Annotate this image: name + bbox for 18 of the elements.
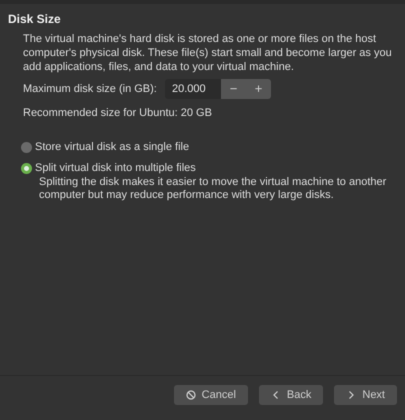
option-label[interactable]: Split virtual disk into multiple files [35, 162, 196, 174]
cancel-button[interactable]: Cancel [174, 384, 248, 404]
increment-button[interactable]: + [246, 79, 271, 99]
disk-size-field[interactable]: 20.000 [165, 79, 221, 99]
next-button[interactable]: Next [334, 384, 397, 404]
back-button[interactable]: Back [258, 384, 324, 404]
option-description: Splitting the disk makes it easier to move the virtual machine to another computer but may reduce performance with very large disks. [38, 176, 388, 202]
chevron-left-icon [270, 390, 281, 400]
decrement-button[interactable]: − [221, 79, 246, 99]
radio-button[interactable] [21, 162, 32, 174]
option-label[interactable]: Store virtual disk as a single file [35, 141, 190, 153]
chevron-right-icon [346, 390, 356, 400]
recommendation-text: Recommended size for Ubuntu: 20 GB [23, 107, 213, 119]
disk-size-label: Maximum disk size (in GB): [23, 83, 158, 95]
description-text: The virtual machine's hard disk is stored as one or more files on the host computer's physical disk. These file(s) start small and become larger as you add applications, files, and data to your virtual machine. [23, 32, 393, 74]
section-title: Disk Size [8, 12, 62, 26]
cancel-icon [186, 390, 196, 400]
radio-button[interactable] [21, 142, 32, 152]
